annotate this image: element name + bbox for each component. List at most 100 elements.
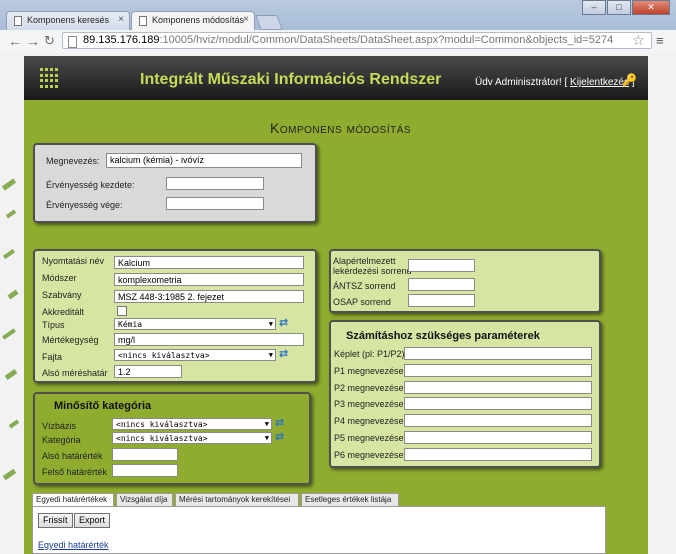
kind-select[interactable]: <nincs kiválasztva> ▼ xyxy=(114,349,276,361)
tab-label: Komponens keresés xyxy=(27,15,110,25)
qualifier-title: Minősítő kategória xyxy=(54,400,152,412)
dropdown-arrow-icon: ▼ xyxy=(264,434,269,442)
refresh-icon[interactable]: ⇄ xyxy=(275,430,284,443)
forward-icon[interactable]: → xyxy=(26,33,40,49)
category-value: <nincs kiválasztva> xyxy=(116,434,208,443)
param-label: Képlet (pl: P1/P2) xyxy=(334,349,405,359)
window-controls: – □ ✕ xyxy=(581,0,670,15)
kind-select-value: <nincs kiválasztva> xyxy=(118,351,210,360)
method-label: Módszer xyxy=(42,273,77,283)
upper-value-input[interactable] xyxy=(112,464,178,477)
param-input[interactable] xyxy=(404,447,592,461)
tab-test-fee[interactable]: Vizsgálat díja xyxy=(116,493,173,506)
lower-value-input[interactable] xyxy=(112,448,178,461)
default-order-label-line1: Alapértelmezett xyxy=(333,256,396,266)
page-icon xyxy=(139,16,147,26)
osap-label: OSAP sorrend xyxy=(333,297,391,307)
app-title: Integrált Műszaki Információs Rendszer xyxy=(140,71,442,88)
antsz-label: ÁNTSZ sorrend xyxy=(333,281,396,291)
unit-label: Mértékegység xyxy=(42,335,99,345)
standard-input[interactable]: MSZ 448-3:1985 2. fejezet xyxy=(114,290,304,303)
close-icon[interactable]: × xyxy=(118,14,124,25)
app-logo-icon xyxy=(40,68,60,88)
water-base-select[interactable]: <nincs kiválasztva> ▼ xyxy=(112,418,272,430)
key-icon: 🔑 xyxy=(622,73,637,87)
url-path: :10005/hviz/modul/Common/DataSheets/Data… xyxy=(159,34,614,46)
page-title: Komponens módosítás xyxy=(270,120,412,136)
kind-label: Fajta xyxy=(42,352,63,362)
refresh-button[interactable]: Frissít xyxy=(38,513,73,528)
bookmark-star-icon[interactable]: ☆ xyxy=(632,32,645,49)
valid-to-label: Érvényesség vége: xyxy=(46,200,123,210)
params-box xyxy=(329,320,601,468)
default-order-label-line2: lekérdezési sorrend xyxy=(333,266,412,276)
water-base-label: Vízbázis xyxy=(42,421,77,431)
upper-value-label: Felső határérték xyxy=(42,467,108,477)
accredited-checkbox[interactable] xyxy=(117,306,127,316)
page-icon xyxy=(14,16,22,26)
param-label: P5 megnevezése xyxy=(334,433,404,443)
param-input[interactable] xyxy=(404,363,592,377)
refresh-icon[interactable]: ⇄ xyxy=(279,347,288,360)
tab-label: Komponens módosítás xyxy=(152,15,245,25)
lower-limit-input[interactable]: 1.2 xyxy=(114,365,182,378)
address-bar[interactable]: 89.135.176.189:10005/hviz/modul/Common/D… xyxy=(62,32,652,49)
param-input[interactable] xyxy=(404,347,592,360)
print-name-input[interactable]: Kalcium xyxy=(114,256,304,269)
valid-from-input[interactable] xyxy=(166,177,264,190)
reload-icon[interactable]: ↻ xyxy=(44,33,55,49)
type-select-value: Kémia xyxy=(118,320,143,329)
accredited-label: Akkreditált xyxy=(42,307,85,317)
minimize-button[interactable]: – xyxy=(582,0,606,15)
maximize-button[interactable]: □ xyxy=(607,0,631,15)
tab-individual-limits[interactable]: Egyedi határértékek xyxy=(32,493,114,507)
param-label: P4 megnevezése xyxy=(334,416,404,427)
unit-input[interactable]: mg/l xyxy=(114,333,304,346)
back-icon[interactable]: ← xyxy=(8,33,22,49)
welcome-text: Üdv Adminisztrátor! [ Kijelentkezés ] xyxy=(475,77,635,88)
default-order-label: Alapértelmezett lekérdezési sorrend xyxy=(333,256,412,276)
name-label: Megnevezés: xyxy=(46,156,100,166)
param-input[interactable] xyxy=(404,397,592,411)
dropdown-arrow-icon: ▼ xyxy=(268,351,273,359)
welcome-label: Üdv Adminisztrátor! [ xyxy=(475,77,568,88)
osap-input[interactable] xyxy=(408,294,475,307)
param-input[interactable] xyxy=(404,380,592,394)
category-label: Kategória xyxy=(42,435,81,445)
category-select[interactable]: <nincs kiválasztva> ▼ xyxy=(112,432,272,444)
individual-limit-link[interactable]: Egyedi határérték xyxy=(38,540,109,550)
close-window-button[interactable]: ✕ xyxy=(632,0,670,15)
name-input[interactable]: kalcium (kémia) - ivóvíz xyxy=(106,153,302,168)
export-button[interactable]: Export xyxy=(74,513,111,528)
print-name-label: Nyomtatási név xyxy=(42,256,105,266)
page-icon xyxy=(68,36,77,48)
refresh-icon[interactable]: ⇄ xyxy=(279,316,288,329)
tab-possible-values[interactable]: Esetleges értékek listája xyxy=(301,493,399,506)
tab-measurement-rounding[interactable]: Mérési tartományok kerekítései xyxy=(175,493,299,506)
param-input[interactable] xyxy=(404,414,592,428)
close-icon[interactable]: × xyxy=(243,14,249,25)
logout-link[interactable]: Kijelentkezés xyxy=(570,77,629,88)
standard-label: Szabvány xyxy=(42,290,82,300)
param-label: P3 megnevezése xyxy=(334,399,404,410)
water-base-value: <nincs kiválasztva> xyxy=(116,420,208,429)
valid-from-label: Érvényesség kezdete: xyxy=(46,180,135,190)
browser-tab-edit[interactable]: Komponens módosítás × xyxy=(131,11,255,31)
param-label: P6 megnevezése xyxy=(334,449,404,460)
antsz-input[interactable] xyxy=(408,278,475,291)
refresh-icon[interactable]: ⇄ xyxy=(275,416,284,429)
menu-icon[interactable]: ≡ xyxy=(656,33,664,48)
method-input[interactable]: komplexometria xyxy=(114,273,304,286)
lower-value-label: Alsó határérték xyxy=(42,451,103,461)
param-label: P1 megnevezése xyxy=(334,365,404,376)
param-input[interactable] xyxy=(404,431,592,444)
type-select[interactable]: Kémia ▼ xyxy=(114,318,276,330)
default-order-input[interactable] xyxy=(408,259,475,272)
param-label: P2 megnevezése xyxy=(334,382,404,393)
dropdown-arrow-icon: ▼ xyxy=(268,320,273,328)
type-label: Típus xyxy=(42,320,65,330)
tab-panel xyxy=(32,506,606,554)
valid-to-input[interactable] xyxy=(166,197,264,210)
browser-tab-search[interactable]: Komponens keresés × xyxy=(6,11,130,30)
dropdown-arrow-icon: ▼ xyxy=(264,420,269,428)
